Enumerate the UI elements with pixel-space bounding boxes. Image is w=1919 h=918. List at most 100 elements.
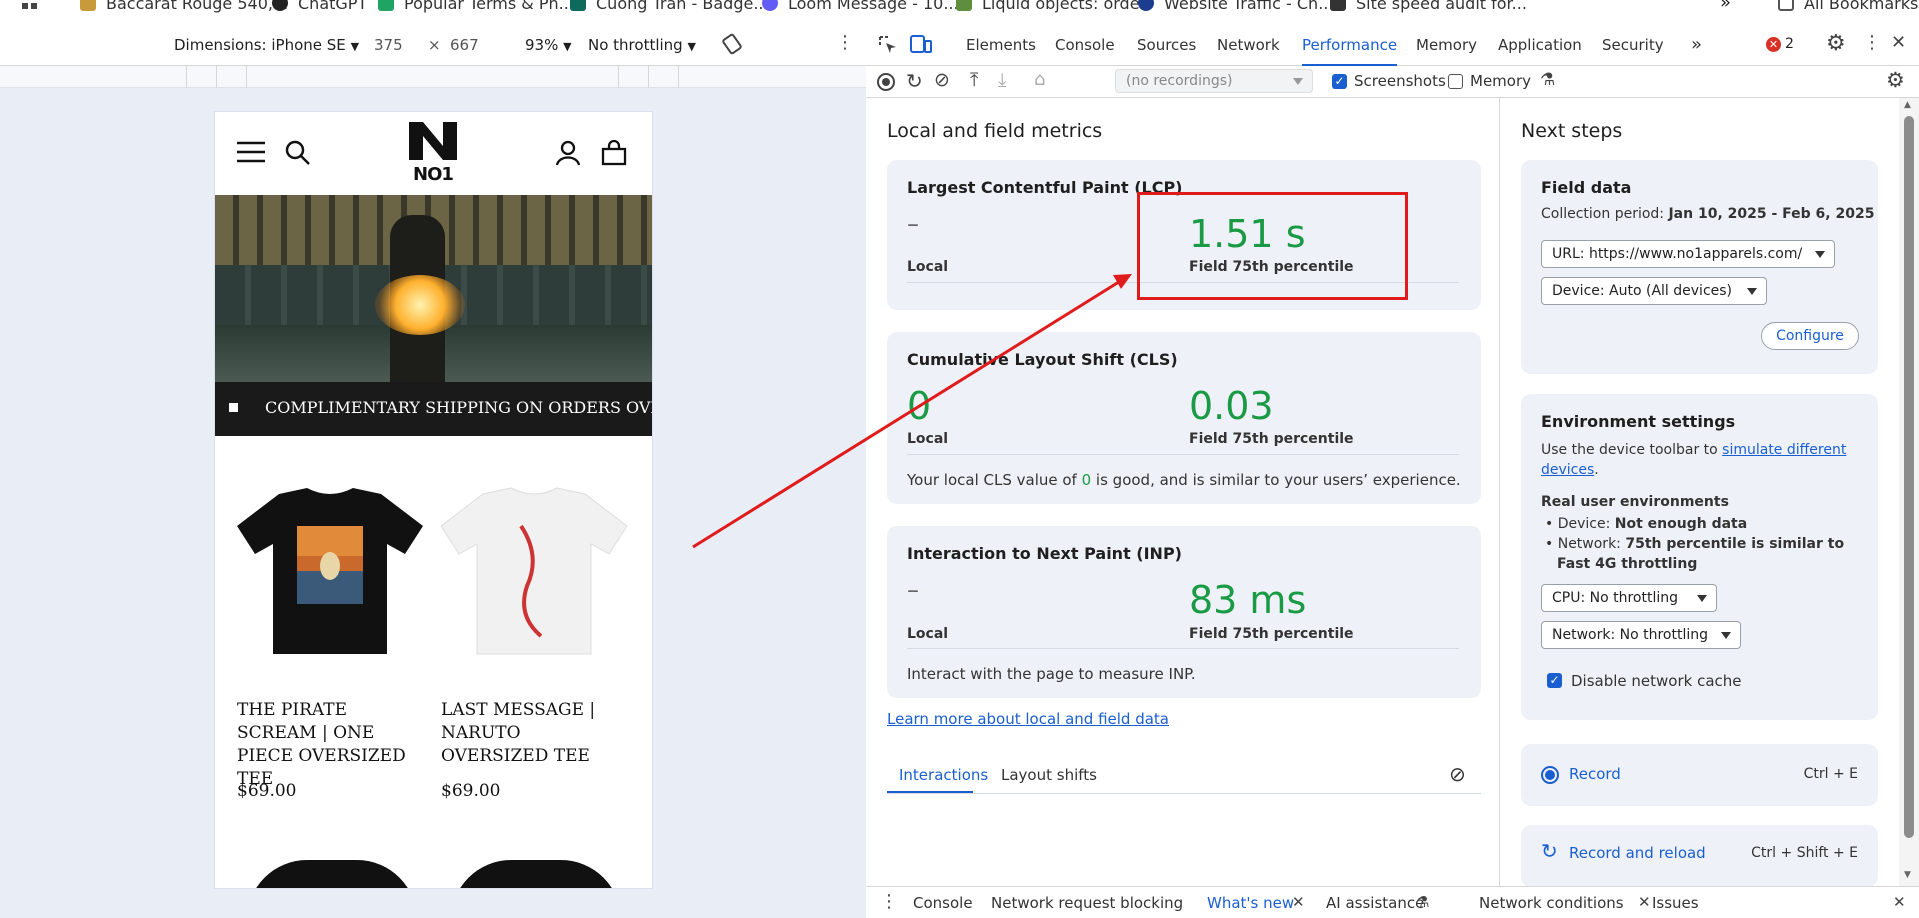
bookmark-item[interactable]: Loom Message - 10... bbox=[762, 0, 959, 14]
learn-more-link[interactable]: Learn more about local and field data bbox=[887, 710, 1169, 728]
error-counter[interactable]: ✕ 2 bbox=[1766, 36, 1794, 52]
close-devtools-icon[interactable]: ✕ bbox=[1891, 32, 1906, 53]
rotate-icon[interactable] bbox=[720, 32, 744, 60]
record-card[interactable]: Record Ctrl + E bbox=[1521, 744, 1878, 806]
bookmark-item[interactable]: Cuong Tran - Badge... bbox=[570, 0, 769, 14]
scrollbar-thumb[interactable] bbox=[1904, 116, 1914, 838]
close-tab-icon[interactable]: ✕ bbox=[1292, 893, 1305, 911]
drawer-menu-icon[interactable]: ⋮ bbox=[880, 891, 898, 912]
white-tee-image bbox=[440, 487, 628, 655]
network-throttling-select[interactable]: Network: No throttling bbox=[1541, 621, 1741, 649]
bookmark-item[interactable]: Website Traffic - Ch... bbox=[1138, 0, 1333, 14]
bookmark-label: Loom Message - 10... bbox=[788, 0, 959, 13]
product-price: $69.00 bbox=[441, 781, 501, 801]
scrollbar-track[interactable]: ▲ ▼ bbox=[1899, 98, 1919, 886]
cart-bag-icon[interactable] bbox=[601, 139, 627, 170]
bookmark-item[interactable]: Popular Terms & Ph... bbox=[378, 0, 574, 14]
configure-button[interactable]: Configure bbox=[1761, 322, 1859, 350]
more-tabs-button[interactable]: » bbox=[1691, 22, 1702, 66]
more-options-icon[interactable]: ⋮ bbox=[1863, 32, 1881, 53]
memory-checkbox[interactable] bbox=[1448, 74, 1463, 89]
dropdown-caret-icon: ▼ bbox=[350, 40, 360, 53]
scroll-up-icon[interactable]: ▲ bbox=[1904, 100, 1911, 110]
hero-image[interactable] bbox=[215, 195, 652, 382]
capture-settings-gear-icon[interactable]: ⚙ bbox=[1886, 68, 1905, 92]
hamburger-menu-icon[interactable] bbox=[237, 140, 265, 168]
n-logo-icon bbox=[409, 122, 457, 160]
more-options-icon[interactable]: ⋮ bbox=[836, 32, 854, 53]
tab-layout-shifts[interactable]: Layout shifts bbox=[1001, 766, 1097, 784]
record-reload-button[interactable]: Record and reload bbox=[1569, 844, 1706, 862]
screenshots-checkbox[interactable]: ✓ bbox=[1332, 74, 1347, 89]
bookmark-favicon-icon bbox=[378, 0, 394, 11]
product-card-partial[interactable] bbox=[247, 860, 417, 888]
recordings-select-value: (no recordings) bbox=[1126, 73, 1233, 89]
recordings-select[interactable]: (no recordings) bbox=[1115, 69, 1313, 93]
throttling-select[interactable]: No throttling ▼ bbox=[588, 36, 696, 54]
inspect-element-icon[interactable] bbox=[878, 35, 898, 59]
apps-grid-icon[interactable] bbox=[22, 0, 38, 14]
tab-console[interactable]: Console bbox=[1055, 22, 1115, 66]
bookmarks-overflow-button[interactable]: » bbox=[1720, 0, 1731, 13]
download-icon[interactable]: ⤓ bbox=[998, 69, 1006, 91]
settings-gear-icon[interactable]: ⚙ bbox=[1826, 31, 1846, 56]
device-width-input[interactable]: 375 bbox=[374, 36, 403, 54]
tab-elements[interactable]: Elements bbox=[966, 22, 1036, 66]
tab-sources[interactable]: Sources bbox=[1137, 22, 1196, 66]
device-height-input[interactable]: 667 bbox=[450, 36, 479, 54]
garbage-collect-icon[interactable]: ⚗ bbox=[1540, 70, 1555, 90]
tab-application[interactable]: Application bbox=[1498, 22, 1582, 66]
close-drawer-icon[interactable]: ✕ bbox=[1893, 893, 1906, 911]
device-value: Not enough data bbox=[1614, 516, 1748, 532]
product-title[interactable]: THE PIRATE SCREAM | ONE PIECE OVERSIZED … bbox=[237, 699, 427, 791]
record-icon[interactable] bbox=[877, 73, 895, 91]
drawer-tab-network-conditions[interactable]: Network conditions bbox=[1479, 887, 1624, 918]
product-card[interactable] bbox=[237, 486, 423, 661]
search-icon[interactable] bbox=[285, 140, 311, 170]
all-bookmarks-button[interactable]: All Bookmarks bbox=[1778, 0, 1918, 14]
device-ruler bbox=[0, 66, 866, 88]
drawer-tab-console[interactable]: Console bbox=[913, 887, 973, 918]
cpu-throttling-select[interactable]: CPU: No throttling bbox=[1541, 584, 1717, 612]
product-title[interactable]: LAST MESSAGE | NARUTO OVERSIZED TEE bbox=[441, 699, 631, 768]
bookmark-item[interactable]: Baccarat Rouge 540,... bbox=[80, 0, 288, 14]
zoom-select[interactable]: 93% ▼ bbox=[525, 36, 572, 54]
tab-network[interactable]: Network bbox=[1217, 22, 1280, 66]
tab-interactions[interactable]: Interactions bbox=[899, 766, 988, 784]
device-select-value: Device: Auto (All devices) bbox=[1552, 283, 1733, 299]
drawer-tab-issues[interactable]: Issues bbox=[1652, 887, 1699, 918]
bookmarks-bar: Baccarat Rouge 540,... ChatGPT Popular T… bbox=[0, 0, 1919, 22]
environment-settings-card: Environment settings Use the device tool… bbox=[1521, 394, 1878, 720]
account-icon[interactable] bbox=[555, 140, 581, 170]
clear-icon[interactable]: ⊘ bbox=[934, 69, 950, 91]
close-tab-icon[interactable]: ✕ bbox=[1638, 893, 1651, 911]
upload-icon[interactable]: ⤒ bbox=[970, 69, 978, 91]
drawer-tab-ai-assistance[interactable]: AI assistance bbox=[1326, 887, 1424, 918]
device-toolbar-toggle-icon[interactable] bbox=[910, 34, 932, 58]
scroll-down-icon[interactable]: ▼ bbox=[1904, 870, 1911, 880]
reload-record-icon[interactable]: ↻ bbox=[906, 69, 923, 93]
bookmark-item[interactable]: ChatGPT bbox=[272, 0, 367, 14]
product-card-partial[interactable] bbox=[451, 860, 621, 888]
tab-memory[interactable]: Memory bbox=[1416, 22, 1477, 66]
disable-cache-checkbox[interactable]: ✓ bbox=[1547, 673, 1562, 688]
brand-logo[interactable]: NO1 bbox=[407, 118, 459, 184]
cpu-select-value: CPU: No throttling bbox=[1552, 590, 1679, 606]
tab-security[interactable]: Security bbox=[1602, 22, 1664, 66]
record-reload-card[interactable]: ↻ Record and reload Ctrl + Shift + E bbox=[1521, 825, 1878, 887]
announcement-banner[interactable]: COMPLIMENTARY SHIPPING ON ORDERS OVER SG… bbox=[215, 382, 652, 436]
device-select[interactable]: Device: Auto (All devices) bbox=[1541, 277, 1767, 305]
product-card[interactable] bbox=[440, 486, 628, 661]
bookmark-favicon-icon bbox=[272, 0, 288, 11]
url-select[interactable]: URL: https://www.no1apparels.com/ bbox=[1541, 240, 1835, 268]
record-button[interactable]: Record bbox=[1569, 765, 1621, 783]
bookmark-item[interactable]: Site speed audit for... bbox=[1330, 0, 1527, 14]
tab-performance[interactable]: Performance bbox=[1302, 22, 1398, 66]
drawer-tab-whats-new[interactable]: What's new bbox=[1207, 887, 1294, 918]
device-dimensions-select[interactable]: Dimensions: iPhone SE ▼ bbox=[174, 36, 359, 54]
home-icon[interactable]: ⌂ bbox=[1034, 69, 1045, 90]
bookmark-item[interactable]: Liquid objects: order bbox=[956, 0, 1146, 14]
hero-fire-glow bbox=[375, 275, 465, 335]
drawer-tab-network-request-blocking[interactable]: Network request blocking bbox=[991, 887, 1183, 918]
clear-interactions-icon[interactable]: ⊘ bbox=[1449, 762, 1466, 786]
